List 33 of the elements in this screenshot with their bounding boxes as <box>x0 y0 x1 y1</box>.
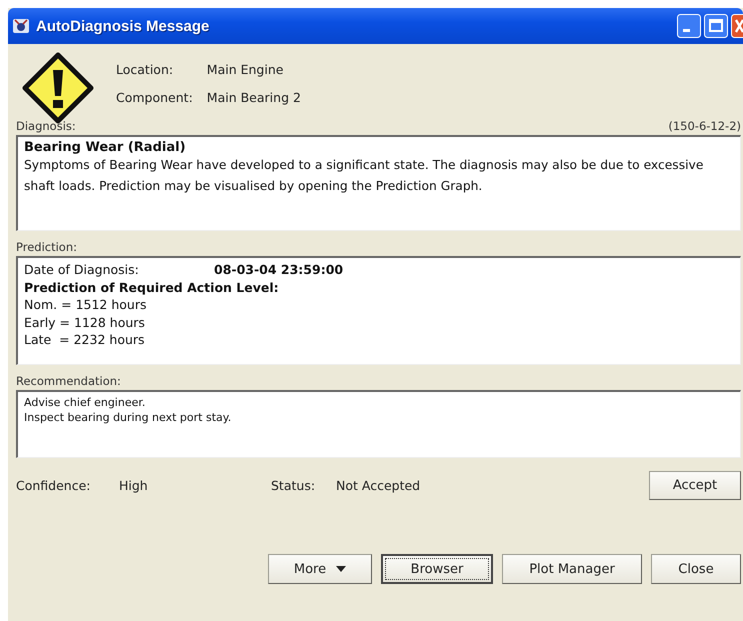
dialog-button[interactable]: Browser <box>381 554 493 584</box>
section-label: Recommendation: <box>16 374 121 388</box>
recommendation-line: Inspect bearing during next port stay. <box>24 410 232 425</box>
dialog-button[interactable]: Close <box>651 554 741 584</box>
more-button[interactable]: More <box>268 554 372 584</box>
confidence-label: Confidence: <box>16 478 92 492</box>
prediction-line: Early = 1128 hours <box>24 314 146 331</box>
minimize-icon[interactable] <box>677 14 701 38</box>
diagnosis-code: (150-6-12-2) <box>668 119 741 133</box>
maximize-icon[interactable] <box>704 14 728 38</box>
close-icon[interactable] <box>731 14 743 38</box>
dialog-button[interactable]: Plot Manager <box>502 554 642 584</box>
diagnosis-text: Symptoms of Bearing Wear have developed to a significant state. The diagnosis may also be due to excessive shaft loads. Prediction may be visualised by opening the Prediction Graph. <box>24 157 704 195</box>
window-title: AutoDiagnosis Message <box>36 18 210 34</box>
accept-button[interactable]: Accept <box>649 470 741 500</box>
section-label: Diagnosis: <box>16 119 76 133</box>
diagnosis-title: Bearing Wear (Radial) <box>24 140 187 155</box>
confidence-value: High <box>119 478 149 492</box>
field-value: Main Engine <box>206 62 284 77</box>
section-label: Prediction: <box>16 240 78 254</box>
date-label: Date of Diagnosis: <box>24 261 140 278</box>
status-value: Not Accepted <box>336 478 422 492</box>
field-value: Main Bearing 2 <box>206 90 301 105</box>
field-label: Location: <box>116 62 174 77</box>
prediction-heading: Prediction of Required Action Level: <box>24 278 280 296</box>
prediction-line: Nom. = 1512 hours <box>24 296 148 314</box>
date-value: 08-03-04 23:59:00 <box>214 261 344 278</box>
status-label: Status: <box>271 478 316 492</box>
caret-icon <box>336 566 346 572</box>
prediction-line: Late = 2232 hours <box>24 331 146 348</box>
field-label: Component: <box>116 90 193 105</box>
recommendation-line: Advise chief engineer. <box>24 395 146 410</box>
app-icon <box>12 17 30 35</box>
